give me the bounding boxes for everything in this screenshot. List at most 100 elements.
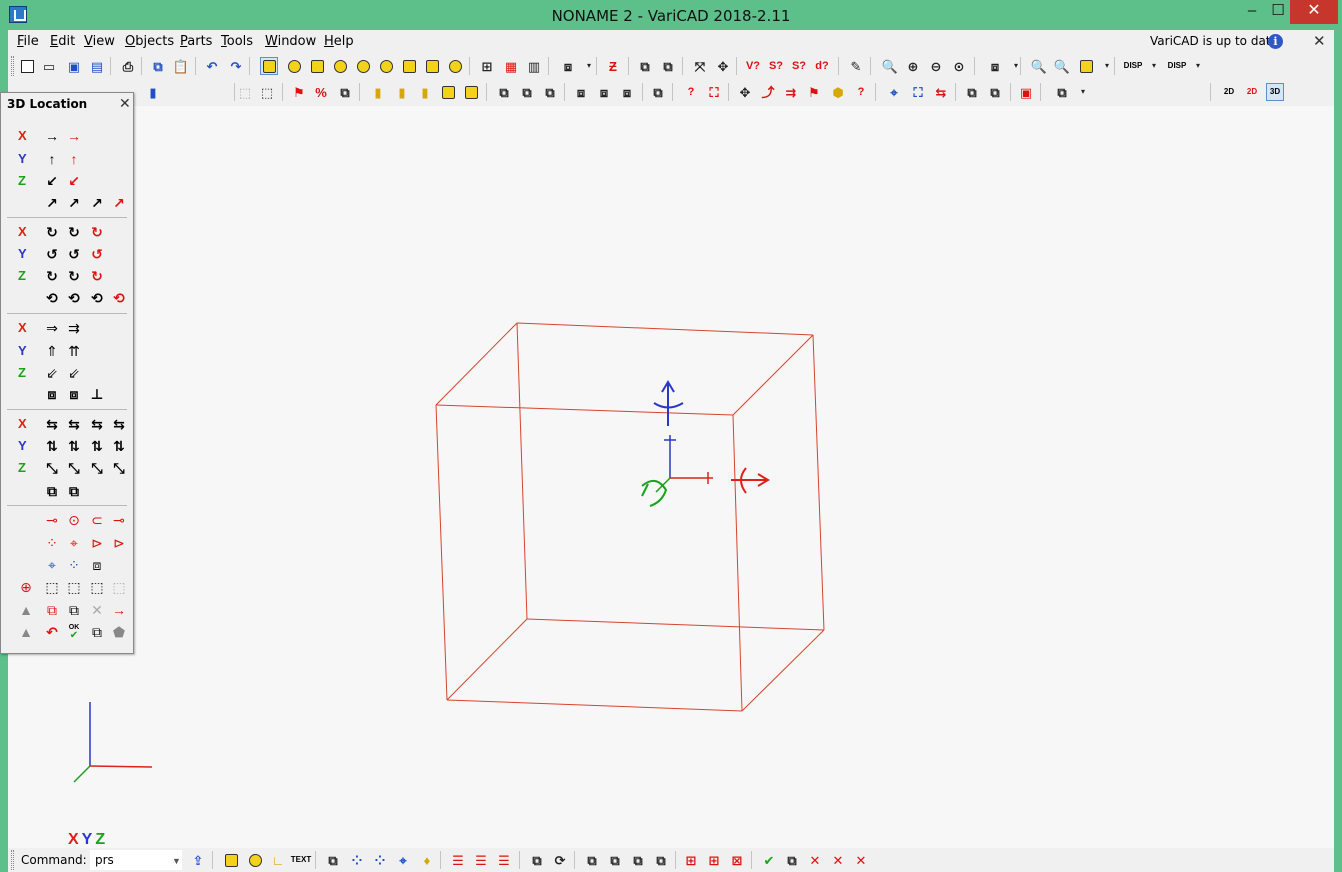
rotate-x-copy-icon[interactable]: ↻ — [88, 223, 106, 241]
cmd-points-alt-icon[interactable]: ⁘ — [371, 851, 389, 869]
cmd-points-icon[interactable]: ⁘ — [348, 851, 366, 869]
view-cube-icon[interactable]: ⧈ — [986, 57, 1004, 75]
display-layers-icon[interactable]: DISP — [1168, 57, 1187, 75]
switch-2d-icon[interactable]: 2D — [1220, 83, 1238, 101]
rotate-y-step-icon[interactable]: ↺ — [65, 245, 83, 263]
move-free-icon[interactable]: ↗ — [43, 194, 61, 212]
snap-point-icon[interactable]: ⊸ — [110, 511, 128, 529]
snap-coords-icon[interactable]: ⌖ — [43, 556, 61, 574]
maximize-button[interactable]: ☐ — [1264, 0, 1292, 24]
move-free-step-icon[interactable]: ↗ — [65, 194, 83, 212]
cylinder-solid-icon[interactable] — [285, 57, 303, 75]
revolve-solid-icon[interactable] — [354, 57, 372, 75]
cmd-bend-icon[interactable] — [246, 851, 264, 869]
snap-axes-icon[interactable]: ⌖ — [65, 534, 83, 552]
coordinate-icon[interactable]: ⌖ — [885, 83, 903, 101]
menu-window[interactable]: Window — [265, 34, 316, 49]
pipe-tool-icon[interactable]: ▮ — [369, 83, 387, 101]
assembly-update-icon[interactable]: ⧉ — [541, 83, 559, 101]
display-dropdown-icon[interactable]: ▾ — [1145, 57, 1163, 75]
minimize-button[interactable]: – — [1238, 0, 1266, 24]
mirror-z-copy-icon[interactable]: ⤡ — [65, 459, 83, 477]
check-section-icon[interactable]: S? — [790, 57, 808, 75]
rotate-x-step-icon[interactable]: ↻ — [65, 223, 83, 241]
mirror-plane-copy-icon[interactable]: ⧉ — [65, 482, 83, 500]
cmd-list-icon[interactable]: ☰ — [449, 851, 467, 869]
offset-x-copy-icon[interactable]: ⇉ — [65, 319, 83, 337]
move-axis-icon[interactable]: ⤧ — [691, 57, 709, 75]
constraint-icon[interactable]: ⧈ — [572, 83, 590, 101]
constraint-edit-icon[interactable]: ⧈ — [618, 83, 636, 101]
zoom-out-icon[interactable]: ⊖ — [927, 57, 945, 75]
move-icon[interactable]: ✥ — [736, 83, 754, 101]
zoom-in-icon[interactable]: ⊕ — [904, 57, 922, 75]
move-copy-icon[interactable]: ✥ — [714, 57, 732, 75]
layers-dropdown-icon[interactable]: ▾ — [1189, 57, 1207, 75]
location-delete-disabled-icon[interactable]: ✕ — [88, 601, 106, 619]
snap-face-icon[interactable]: ⊳ — [88, 534, 106, 552]
command-grip[interactable] — [11, 850, 14, 870]
undo-location-icon[interactable]: ⧉ — [43, 601, 61, 619]
cmd-list-third-icon[interactable]: ☰ — [495, 851, 513, 869]
rotate-z-copy-icon[interactable]: ↻ — [88, 267, 106, 285]
arc-solid-icon[interactable] — [439, 83, 457, 101]
half-sphere-icon[interactable] — [446, 57, 464, 75]
cmd-list-alt-icon[interactable]: ☰ — [472, 851, 490, 869]
offset-solid-icon[interactable]: ⧈ — [43, 385, 61, 403]
move-x-icon[interactable]: → — [43, 127, 61, 145]
paste-icon[interactable]: 📋 — [172, 57, 190, 75]
edit-parameters-icon[interactable]: ⧉ — [986, 83, 1004, 101]
command-execute-icon[interactable]: ⇪ — [189, 851, 207, 869]
bool-cube-icon[interactable]: ⬚ — [258, 83, 276, 101]
command-input[interactable]: prs — [90, 850, 182, 870]
box-pick-icon[interactable]: ⬚ — [65, 578, 83, 596]
mirror-z-icon[interactable]: ⤡ — [43, 459, 61, 477]
move-x-copy-icon[interactable]: → — [65, 127, 83, 145]
section-red-icon[interactable]: ▦ — [502, 57, 520, 75]
pencil-icon[interactable]: ✎ — [847, 57, 865, 75]
mirror-x-copy-icon[interactable]: ⇆ — [65, 415, 83, 433]
offset-z-copy-icon[interactable]: ⇙ — [65, 364, 83, 382]
cmd-deselect-icon[interactable]: ✕ — [806, 851, 824, 869]
menu-help[interactable]: Help — [324, 34, 354, 49]
snap-box-icon[interactable]: ⧈ — [88, 556, 106, 574]
box-star-icon[interactable]: ⬚ — [88, 578, 106, 596]
snap-arc-icon[interactable]: ⊂ — [88, 511, 106, 529]
check-volume-icon[interactable]: V? — [744, 57, 762, 75]
bill-of-materials-icon[interactable]: ▣ — [1017, 83, 1035, 101]
cmd-solid-delete-icon[interactable]: ⧉ — [629, 851, 647, 869]
panel-close-button[interactable]: ✕ — [119, 95, 131, 112]
rotate-y-icon[interactable]: ↺ — [43, 245, 61, 263]
command-dropdown-icon[interactable]: ▼ — [172, 856, 181, 866]
copy-icon[interactable]: ⧉ — [149, 57, 167, 75]
snap-coords-alt-icon[interactable]: ⁘ — [65, 556, 83, 574]
box-wire-icon[interactable]: ⬚ — [43, 578, 61, 596]
move-z-copy-icon[interactable]: ↙ — [65, 172, 83, 190]
open-folder-icon[interactable]: ▭ — [40, 57, 58, 75]
print-icon[interactable]: ⎙ — [119, 57, 137, 75]
cmd-tree-delete-icon[interactable]: ⊠ — [728, 851, 746, 869]
cmd-solid-up-icon[interactable]: ⧉ — [606, 851, 624, 869]
transform-icon[interactable]: ⧉ — [636, 57, 654, 75]
display-settings-icon[interactable]: DISP — [1124, 57, 1143, 75]
view-dropdown-icon[interactable]: ▾ — [1007, 57, 1025, 75]
title-bar[interactable]: NONAME 2 - VariCAD 2018-2.11 – ☐ ✕ — [0, 0, 1342, 30]
ok-check-icon[interactable]: OK ✔ — [65, 623, 83, 641]
shell-icon[interactable]: ⬢ — [829, 83, 847, 101]
check-distance-icon[interactable]: d? — [813, 57, 831, 75]
triangle-gray-icon[interactable]: ▲ — [17, 601, 35, 619]
menu-parts[interactable]: Parts — [180, 34, 212, 49]
zoom-target-icon[interactable]: ⊕ — [17, 578, 35, 596]
menu-tools[interactable]: Tools — [221, 34, 253, 49]
info-icon[interactable]: i — [1268, 34, 1283, 49]
move-free-copy-icon[interactable]: ↗ — [88, 194, 106, 212]
mirror-x-alt-copy-icon[interactable]: ⇆ — [110, 415, 128, 433]
offset-icon[interactable]: ⚑ — [805, 83, 823, 101]
cmd-tree-icon[interactable]: ⊞ — [682, 851, 700, 869]
mirror-x-alt-icon[interactable]: ⇆ — [88, 415, 106, 433]
cmd-coords-icon[interactable]: ⌖ — [394, 851, 412, 869]
box-solid-icon[interactable] — [260, 57, 278, 75]
snap-line-icon[interactable]: ⊸ — [43, 511, 61, 529]
snap-points-icon[interactable]: ⁘ — [43, 534, 61, 552]
spring-icon[interactable]: ▮ — [393, 83, 411, 101]
